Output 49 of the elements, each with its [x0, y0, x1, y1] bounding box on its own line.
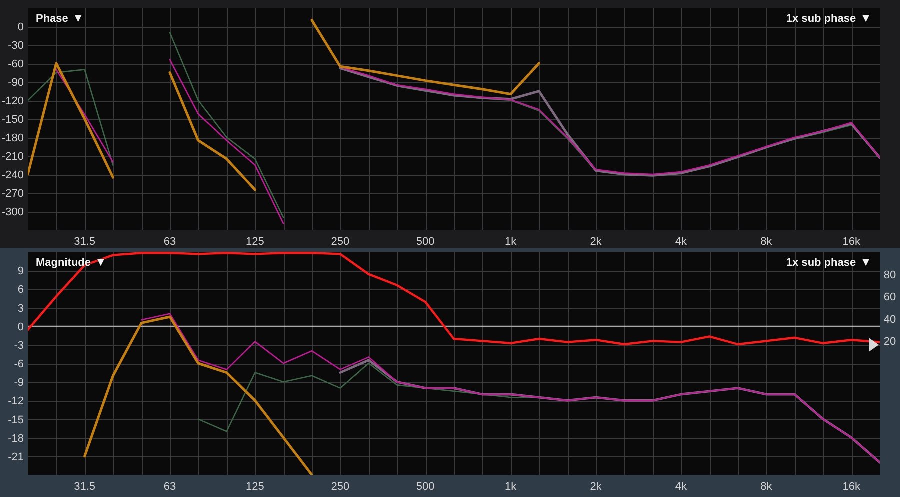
axis-label: 4k — [675, 236, 688, 248]
axis-label: -120 — [2, 96, 24, 108]
axis-label: 6 — [18, 284, 24, 296]
axis-label: -6 — [14, 358, 24, 370]
axis-label: 0 — [18, 321, 24, 334]
axis-label: 60 — [884, 292, 896, 304]
view-dropdown[interactable]: Phase ▼ — [34, 11, 86, 26]
axis-label: -9 — [14, 377, 24, 390]
axis-label: -60 — [8, 58, 24, 70]
axis-label: -30 — [8, 40, 24, 52]
axis-label: -240 — [2, 170, 24, 182]
axis-label: -18 — [8, 432, 24, 445]
axis-label: 250 — [331, 481, 350, 493]
axis-label: -210 — [2, 151, 24, 163]
axis-label: 63 — [164, 236, 176, 248]
axis-label: 80 — [884, 269, 896, 282]
axis-label: 9 — [18, 266, 24, 278]
axis-label: 2k — [590, 236, 602, 248]
axis-label: 63 — [164, 481, 176, 493]
axis-label: 1k — [504, 481, 517, 493]
axis-label: 500 — [416, 236, 435, 248]
axis-label: 1k — [504, 236, 517, 248]
axis-label: -150 — [2, 114, 24, 126]
axis-label: 125 — [246, 481, 264, 493]
axis-label: 4k — [675, 481, 688, 493]
view-dropdown[interactable]: 1x sub phase ▼ — [784, 11, 874, 26]
axis-label: -12 — [8, 396, 24, 408]
axis-label: -15 — [8, 414, 24, 426]
axis-label: -300 — [2, 206, 24, 218]
axis-label: -270 — [2, 188, 24, 200]
axis-label: 8k — [760, 236, 772, 248]
axis-label: -3 — [14, 340, 24, 352]
axis-label: 20 — [884, 336, 896, 348]
axis-label: 2k — [590, 481, 602, 493]
axis-label: -21 — [8, 451, 24, 464]
axis-label: 31.5 — [74, 481, 96, 493]
view-dropdown[interactable]: 1x sub phase ▼ — [784, 255, 874, 270]
axis-label: 31.5 — [74, 236, 96, 248]
axis-label: 40 — [884, 314, 896, 326]
axis-label: 3 — [18, 302, 24, 315]
axis-label: 16k — [842, 481, 860, 493]
axis-label: 16k — [842, 236, 860, 248]
axis-label: 500 — [416, 481, 435, 493]
axis-label: -90 — [8, 77, 24, 89]
axis-label: 0 — [18, 22, 24, 34]
axis-label: 8k — [760, 481, 772, 493]
axis-label: -180 — [2, 132, 24, 144]
axis-label: 250 — [331, 236, 350, 248]
axis-label: 125 — [246, 236, 264, 248]
